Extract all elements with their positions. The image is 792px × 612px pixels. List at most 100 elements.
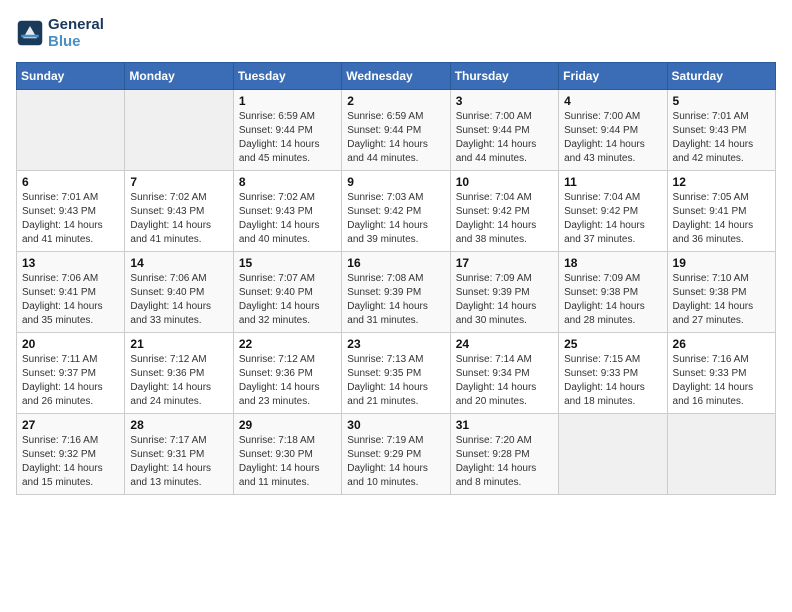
day-cell: 12 Sunrise: 7:05 AM Sunset: 9:41 PM Dayli… (667, 171, 775, 252)
day-info: Sunrise: 7:18 AM Sunset: 9:30 PM Dayligh… (239, 434, 336, 490)
day-number: 23 (347, 337, 444, 351)
weekday-header-wednesday: Wednesday (342, 63, 450, 90)
day-cell: 2 Sunrise: 6:59 AM Sunset: 9:44 PM Daylig… (342, 90, 450, 171)
day-info: Sunrise: 7:01 AM Sunset: 9:43 PM Dayligh… (673, 110, 770, 166)
weekday-header-tuesday: Tuesday (233, 63, 341, 90)
day-cell: 26Sunrise: 7:16 AM Sunset: 9:33 PM Dayli… (667, 333, 775, 414)
week-row-4: 20 Sunrise: 7:11 AM Sunset: 9:37 PM Dayli… (17, 333, 776, 414)
day-cell (559, 414, 667, 495)
day-info: Sunrise: 7:09 AM Sunset: 9:39 PM Dayligh… (456, 272, 553, 328)
day-number: 3 (456, 94, 553, 108)
day-cell: 3 Sunrise: 7:00 AM Sunset: 9:44 PM Daylig… (450, 90, 558, 171)
day-info: Sunrise: 7:00 AM Sunset: 9:44 PM Dayligh… (456, 110, 553, 166)
day-cell: 28Sunrise: 7:17 AM Sunset: 9:31 PM Dayli… (125, 414, 233, 495)
day-number: 11 (564, 175, 661, 189)
day-cell: 21 Sunrise: 7:12 AM Sunset: 9:36 PM Dayli… (125, 333, 233, 414)
day-cell: 1Sunrise: 6:59 AM Sunset: 9:44 PM Daylig… (233, 90, 341, 171)
day-cell (667, 414, 775, 495)
day-number: 16 (347, 256, 444, 270)
day-info: Sunrise: 7:07 AM Sunset: 9:40 PM Dayligh… (239, 272, 336, 328)
day-info: Sunrise: 7:16 AM Sunset: 9:32 PM Dayligh… (22, 434, 119, 490)
day-cell: 24 Sunrise: 7:14 AM Sunset: 9:34 PM Dayli… (450, 333, 558, 414)
day-info: Sunrise: 6:59 AM Sunset: 9:44 PM Dayligh… (347, 110, 444, 166)
day-info: Sunrise: 7:05 AM Sunset: 9:41 PM Dayligh… (673, 191, 770, 247)
calendar-header: SundayMondayTuesdayWednesdayThursdayFrid… (17, 63, 776, 90)
day-info: Sunrise: 7:12 AM Sunset: 9:36 PM Dayligh… (130, 353, 227, 409)
day-info: Sunrise: 7:08 AM Sunset: 9:39 PM Dayligh… (347, 272, 444, 328)
day-info: Sunrise: 7:04 AM Sunset: 9:42 PM Dayligh… (456, 191, 553, 247)
weekday-header-monday: Monday (125, 63, 233, 90)
day-info: Sunrise: 7:19 AM Sunset: 9:29 PM Dayligh… (347, 434, 444, 490)
day-cell: 25 Sunrise: 7:15 AM Sunset: 9:33 PM Dayli… (559, 333, 667, 414)
day-number: 7 (130, 175, 227, 189)
day-info: Sunrise: 7:04 AM Sunset: 9:42 PM Dayligh… (564, 191, 661, 247)
day-info: Sunrise: 7:10 AM Sunset: 9:38 PM Dayligh… (673, 272, 770, 328)
day-number: 14 (130, 256, 227, 270)
day-info: Sunrise: 7:15 AM Sunset: 9:33 PM Dayligh… (564, 353, 661, 409)
day-number: 20 (22, 337, 119, 351)
day-number: 19 (673, 256, 770, 270)
week-row-1: 1Sunrise: 6:59 AM Sunset: 9:44 PM Daylig… (17, 90, 776, 171)
day-info: Sunrise: 7:11 AM Sunset: 9:37 PM Dayligh… (22, 353, 119, 409)
calendar-body: 1Sunrise: 6:59 AM Sunset: 9:44 PM Daylig… (17, 90, 776, 495)
day-cell (125, 90, 233, 171)
weekday-header-friday: Friday (559, 63, 667, 90)
day-number: 8 (239, 175, 336, 189)
day-info: Sunrise: 7:00 AM Sunset: 9:44 PM Dayligh… (564, 110, 661, 166)
day-cell (17, 90, 125, 171)
day-info: Sunrise: 7:02 AM Sunset: 9:43 PM Dayligh… (239, 191, 336, 247)
day-number: 21 (130, 337, 227, 351)
day-number: 13 (22, 256, 119, 270)
weekday-header-sunday: Sunday (17, 63, 125, 90)
day-cell: 22Sunrise: 7:12 AM Sunset: 9:36 PM Dayli… (233, 333, 341, 414)
day-number: 22 (239, 337, 336, 351)
day-info: Sunrise: 6:59 AM Sunset: 9:44 PM Dayligh… (239, 110, 336, 166)
calendar: SundayMondayTuesdayWednesdayThursdayFrid… (16, 62, 776, 495)
day-cell: 13 Sunrise: 7:06 AM Sunset: 9:41 PM Dayli… (17, 252, 125, 333)
day-number: 27 (22, 418, 119, 432)
day-cell: 15Sunrise: 7:07 AM Sunset: 9:40 PM Dayli… (233, 252, 341, 333)
day-info: Sunrise: 7:17 AM Sunset: 9:31 PM Dayligh… (130, 434, 227, 490)
day-cell: 16 Sunrise: 7:08 AM Sunset: 9:39 PM Dayli… (342, 252, 450, 333)
page-header: General Blue (16, 16, 776, 50)
day-info: Sunrise: 7:02 AM Sunset: 9:43 PM Dayligh… (130, 191, 227, 247)
day-number: 6 (22, 175, 119, 189)
weekday-header-saturday: Saturday (667, 63, 775, 90)
logo-text: General Blue (48, 16, 104, 50)
day-info: Sunrise: 7:14 AM Sunset: 9:34 PM Dayligh… (456, 353, 553, 409)
day-cell: 18 Sunrise: 7:09 AM Sunset: 9:38 PM Dayli… (559, 252, 667, 333)
day-info: Sunrise: 7:16 AM Sunset: 9:33 PM Dayligh… (673, 353, 770, 409)
day-cell: 27 Sunrise: 7:16 AM Sunset: 9:32 PM Dayli… (17, 414, 125, 495)
logo: General Blue (16, 16, 104, 50)
day-number: 2 (347, 94, 444, 108)
day-cell: 4Sunrise: 7:00 AM Sunset: 9:44 PM Daylig… (559, 90, 667, 171)
day-cell: 17 Sunrise: 7:09 AM Sunset: 9:39 PM Dayli… (450, 252, 558, 333)
weekday-header-thursday: Thursday (450, 63, 558, 90)
day-cell: 31Sunrise: 7:20 AM Sunset: 9:28 PM Dayli… (450, 414, 558, 495)
logo-icon (16, 19, 44, 47)
day-info: Sunrise: 7:06 AM Sunset: 9:41 PM Dayligh… (22, 272, 119, 328)
day-info: Sunrise: 7:03 AM Sunset: 9:42 PM Dayligh… (347, 191, 444, 247)
day-cell: 30 Sunrise: 7:19 AM Sunset: 9:29 PM Dayli… (342, 414, 450, 495)
day-cell: 11 Sunrise: 7:04 AM Sunset: 9:42 PM Dayli… (559, 171, 667, 252)
day-number: 30 (347, 418, 444, 432)
day-number: 24 (456, 337, 553, 351)
day-cell: 8 Sunrise: 7:02 AM Sunset: 9:43 PM Daylig… (233, 171, 341, 252)
day-cell: 7 Sunrise: 7:02 AM Sunset: 9:43 PM Daylig… (125, 171, 233, 252)
day-number: 25 (564, 337, 661, 351)
week-row-3: 13 Sunrise: 7:06 AM Sunset: 9:41 PM Dayli… (17, 252, 776, 333)
day-info: Sunrise: 7:06 AM Sunset: 9:40 PM Dayligh… (130, 272, 227, 328)
day-info: Sunrise: 7:09 AM Sunset: 9:38 PM Dayligh… (564, 272, 661, 328)
day-cell: 5 Sunrise: 7:01 AM Sunset: 9:43 PM Daylig… (667, 90, 775, 171)
day-number: 29 (239, 418, 336, 432)
day-info: Sunrise: 7:13 AM Sunset: 9:35 PM Dayligh… (347, 353, 444, 409)
day-number: 9 (347, 175, 444, 189)
day-info: Sunrise: 7:20 AM Sunset: 9:28 PM Dayligh… (456, 434, 553, 490)
day-cell: 6Sunrise: 7:01 AM Sunset: 9:43 PM Daylig… (17, 171, 125, 252)
day-number: 5 (673, 94, 770, 108)
week-row-5: 27 Sunrise: 7:16 AM Sunset: 9:32 PM Dayli… (17, 414, 776, 495)
day-number: 17 (456, 256, 553, 270)
day-number: 18 (564, 256, 661, 270)
weekday-row: SundayMondayTuesdayWednesdayThursdayFrid… (17, 63, 776, 90)
day-number: 12 (673, 175, 770, 189)
